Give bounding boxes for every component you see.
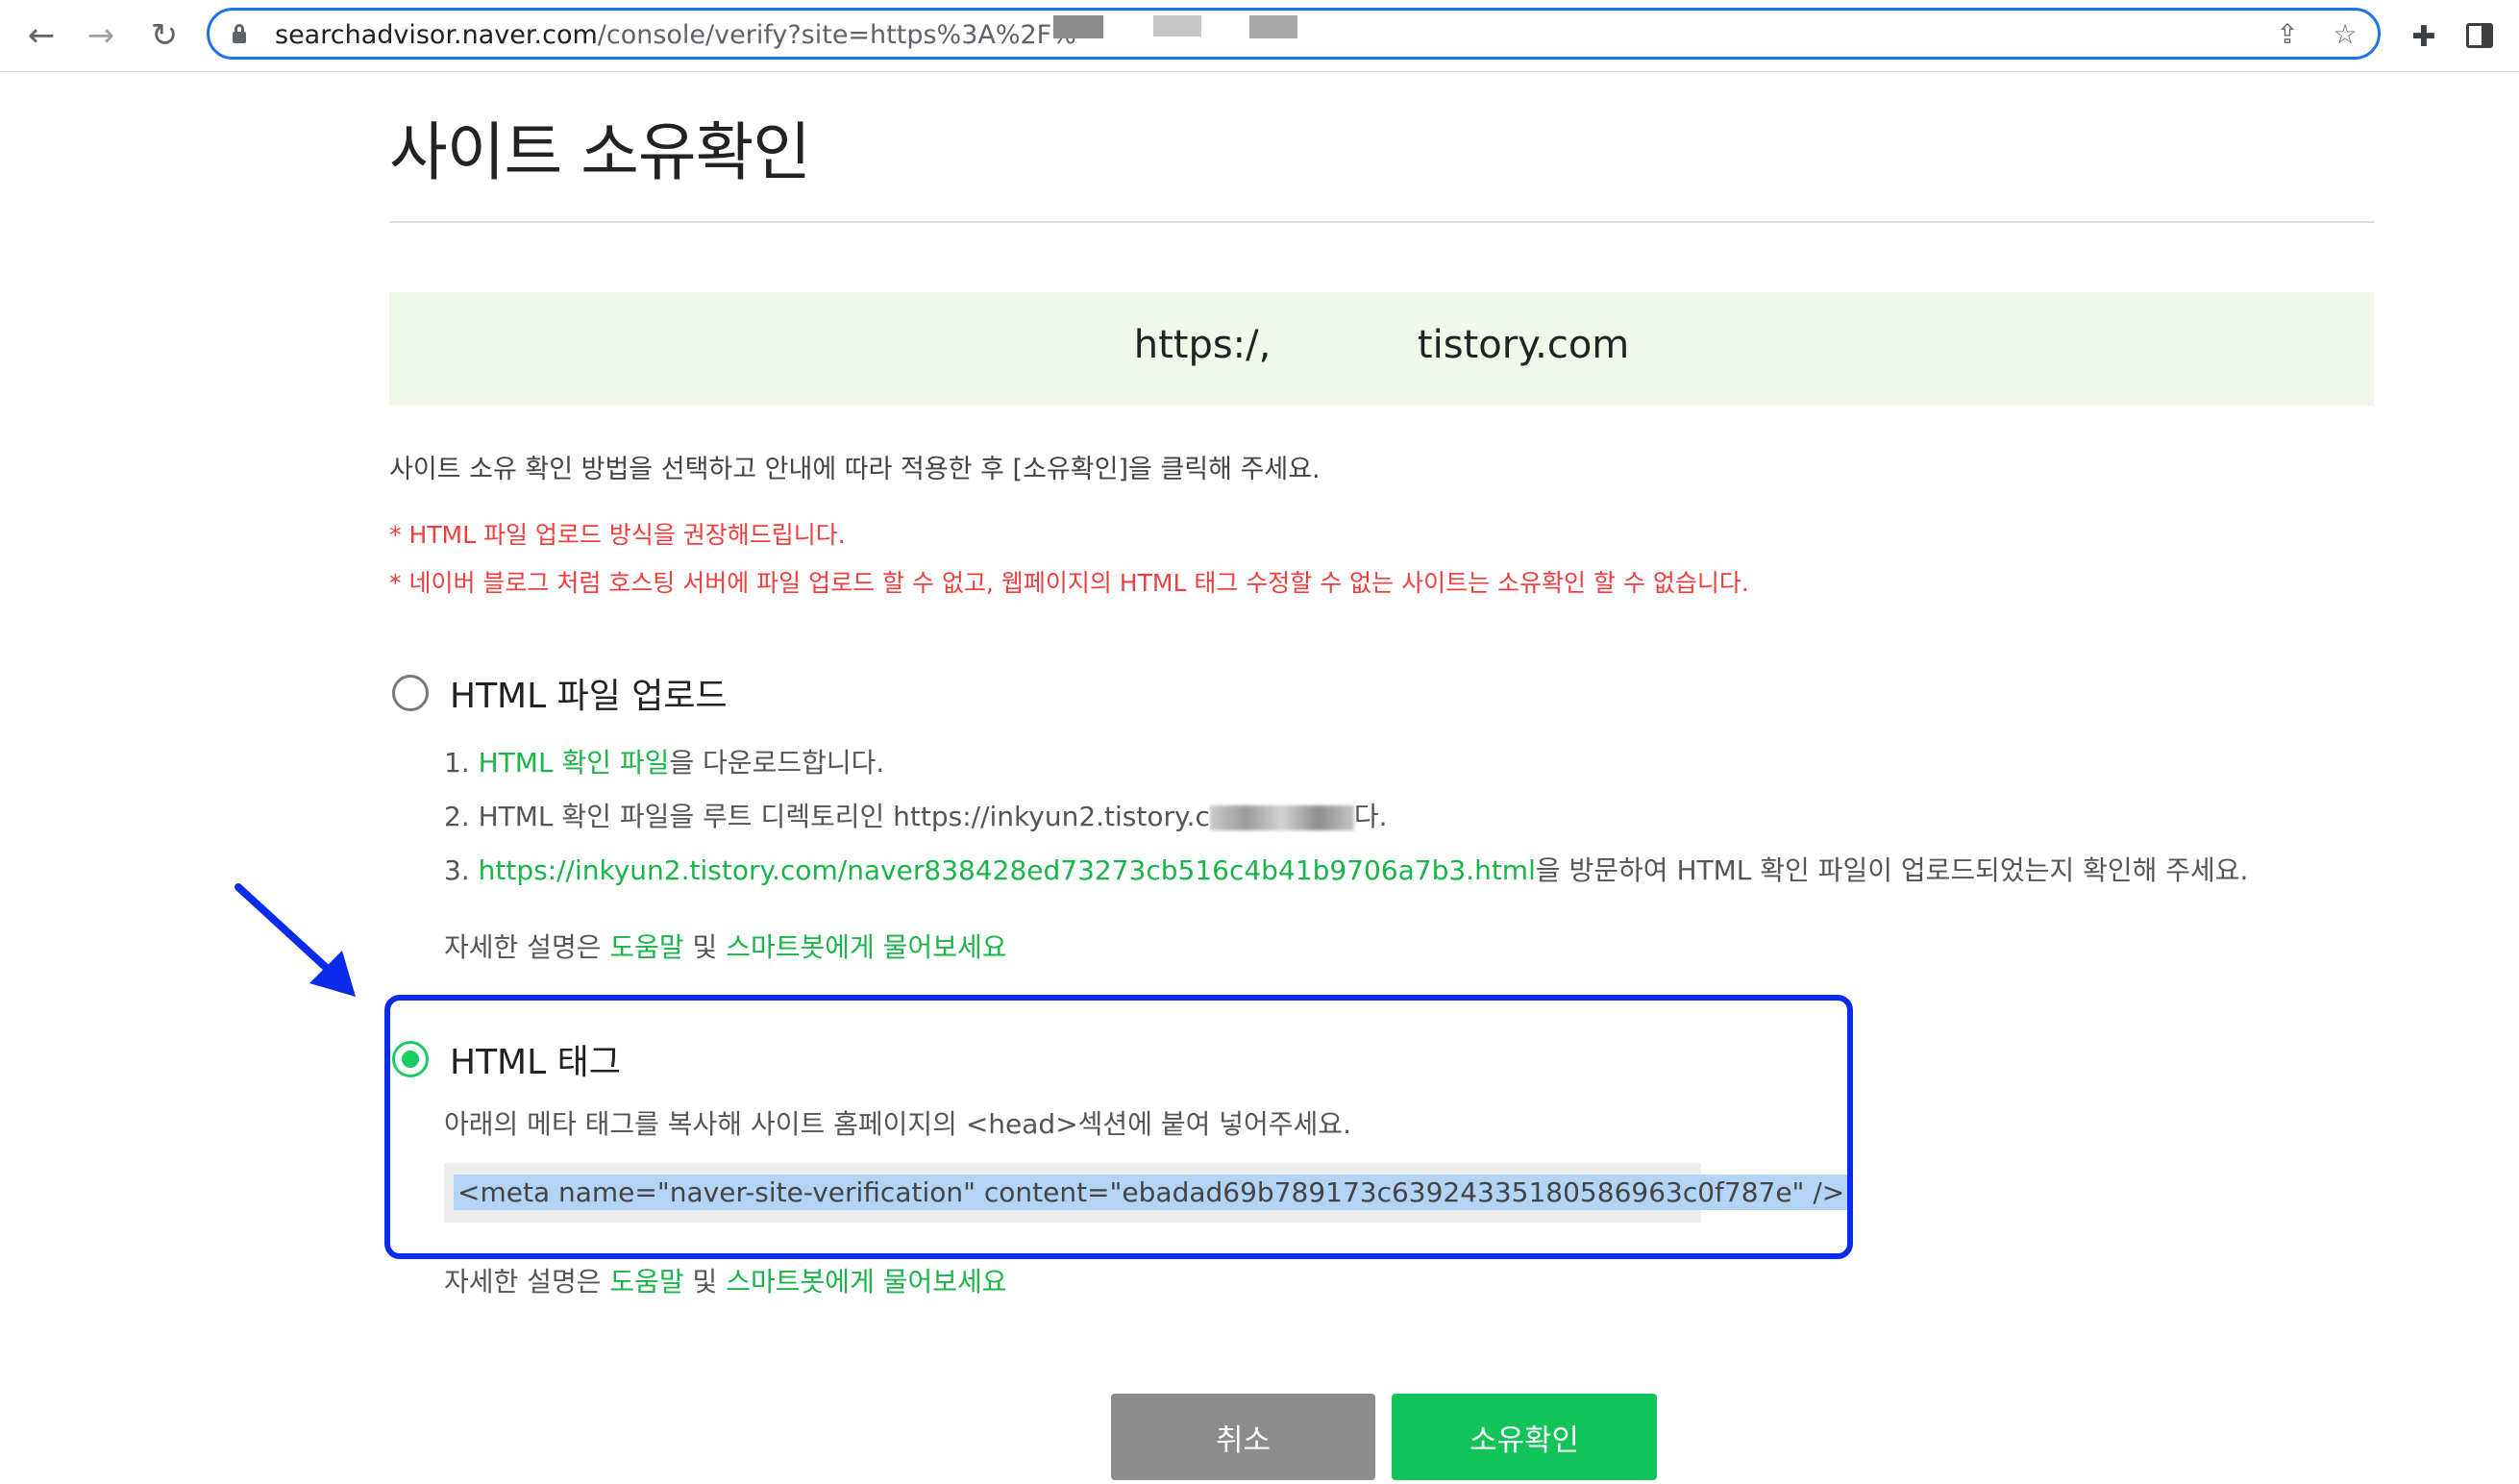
html-file-download-link[interactable]: HTML 확인 파일: [479, 747, 670, 779]
help-text-file: 자세한 설명은 도움말 및 스마트봇에게 물어보세요: [444, 927, 1006, 965]
step-3-suffix: 을 방문하여 HTML 확인 파일이 업로드되었는지 확인해 주세요.: [1535, 854, 2249, 886]
site-url: https:/, tistory.com: [1133, 323, 1630, 367]
step-1-suffix: 을 다운로드합니다.: [669, 747, 885, 779]
step-2: 2. HTML 확인 파일을 루트 디렉토리인 https://inkyun2.…: [444, 796, 1388, 834]
url-path: /console/verify?site=https%3A%2F%: [597, 20, 1076, 50]
step-2-suffix: 다.: [1353, 801, 1388, 832]
side-panel-icon[interactable]: [2466, 23, 2493, 48]
help-middle: 및: [683, 1266, 727, 1298]
url-text[interactable]: searchadvisor.naver.com/console/verify?s…: [275, 20, 1076, 50]
step-2-prefix: 2. HTML 확인 파일을 루트 디렉토리인 https://inkyun2.…: [444, 801, 1210, 832]
verify-ownership-button[interactable]: 소유확인: [1392, 1394, 1657, 1480]
browser-toolbar: ← → ↻ searchadvisor.naver.com/console/ve…: [0, 0, 2519, 72]
smartbot-link[interactable]: 스마트봇에게 물어보세요: [726, 931, 1006, 963]
help-link[interactable]: 도움말: [609, 931, 683, 963]
warning-recommend: * HTML 파일 업로드 방식을 권장해드립니다.: [389, 521, 846, 549]
step-1-prefix: 1.: [444, 747, 479, 779]
forward-icon[interactable]: →: [79, 13, 123, 58]
verification-file-link[interactable]: https://inkyun2.tistory.com/naver838428e…: [479, 854, 1536, 886]
intro-text: 사이트 소유 확인 방법을 선택하고 안내에 따라 적용한 후 [소유확인]을 …: [389, 455, 1321, 484]
annotation-arrow-icon: [235, 883, 356, 997]
page-title: 사이트 소유확인: [389, 115, 811, 189]
redacted-block: [1053, 15, 1103, 38]
annotation-highlight-box: [384, 995, 1853, 1259]
site-url-box: https:/, tistory.com: [389, 292, 2374, 406]
radio-html-file[interactable]: [392, 675, 429, 711]
option-html-file[interactable]: HTML 파일 업로드: [392, 668, 728, 718]
url-host: searchadvisor.naver.com: [275, 20, 598, 50]
help-middle: 및: [683, 931, 727, 963]
lock-icon[interactable]: [233, 24, 246, 43]
help-prefix: 자세한 설명은: [444, 931, 610, 963]
address-bar[interactable]: searchadvisor.naver.com/console/verify?s…: [207, 8, 2381, 60]
option-html-file-label: HTML 파일 업로드: [450, 677, 728, 716]
title-divider: [389, 221, 2374, 223]
extensions-icon[interactable]: ✚: [2405, 17, 2443, 56]
warning-hosting: * 네이버 블로그 처럼 호스팅 서버에 파일 업로드 할 수 없고, 웹페이지…: [389, 569, 1749, 597]
share-icon[interactable]: ⇪: [2272, 18, 2303, 50]
step-1: 1. HTML 확인 파일을 다운로드합니다.: [444, 742, 884, 780]
redacted-block: [1249, 15, 1297, 38]
redacted-block: [1153, 15, 1201, 37]
help-text-tag: 자세한 설명은 도움말 및 스마트봇에게 물어보세요: [444, 1261, 1006, 1299]
help-link[interactable]: 도움말: [609, 1266, 683, 1298]
back-icon[interactable]: ←: [19, 13, 63, 58]
reload-icon[interactable]: ↻: [142, 13, 186, 58]
step-3-prefix: 3.: [444, 854, 479, 886]
cancel-button[interactable]: 취소: [1111, 1394, 1375, 1480]
step-3: 3. https://inkyun2.tistory.com/naver8384…: [444, 850, 2248, 888]
star-icon[interactable]: ☆: [2330, 18, 2360, 50]
help-prefix: 자세한 설명은: [444, 1266, 610, 1298]
smartbot-link[interactable]: 스마트봇에게 물어보세요: [726, 1266, 1006, 1298]
blurred-text: [1209, 805, 1354, 830]
